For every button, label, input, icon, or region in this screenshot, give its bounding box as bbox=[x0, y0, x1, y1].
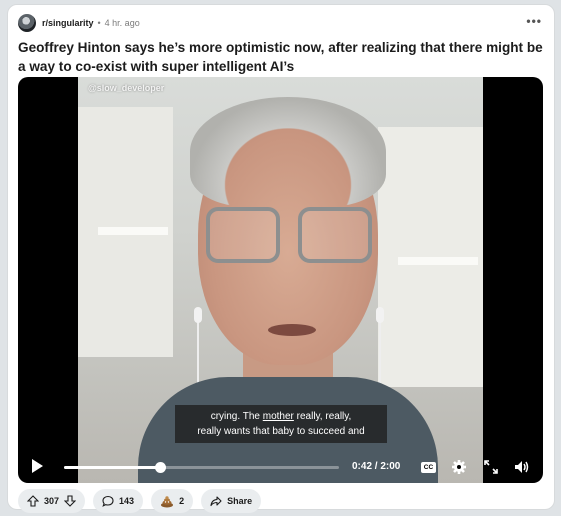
award-icon bbox=[161, 495, 174, 507]
downvote-icon[interactable] bbox=[64, 495, 77, 507]
comments-button[interactable]: 143 bbox=[93, 489, 144, 513]
caption-line-2: really wants that baby to succeed and bbox=[197, 426, 365, 437]
volume-icon[interactable] bbox=[514, 460, 530, 474]
share-icon bbox=[210, 496, 222, 507]
post-time: 4 hr. ago bbox=[104, 18, 140, 28]
post-actions: 307 143 2 Share bbox=[18, 489, 262, 513]
award-count: 2 bbox=[179, 496, 185, 506]
comment-count: 143 bbox=[119, 496, 135, 506]
share-button[interactable]: Share bbox=[201, 489, 262, 513]
comment-icon bbox=[102, 495, 114, 507]
progress-fill bbox=[64, 466, 161, 469]
captions-icon[interactable]: CC bbox=[421, 462, 436, 473]
post-title[interactable]: Geoffrey Hinton says he’s more optimisti… bbox=[18, 38, 543, 76]
upvote-icon[interactable] bbox=[27, 495, 39, 507]
post-meta: r/singularity • 4 hr. ago bbox=[18, 13, 140, 33]
video-captions: crying. The mother really, really, reall… bbox=[175, 405, 387, 443]
settings-gear-icon[interactable] bbox=[451, 459, 467, 475]
progress-bar[interactable] bbox=[64, 462, 339, 473]
time-readout: 0:42 / 2:00 bbox=[352, 461, 401, 472]
progress-handle[interactable] bbox=[155, 462, 167, 473]
meta-separator: • bbox=[97, 18, 101, 28]
video-controls: 0:42 / 2:00 CC bbox=[18, 451, 543, 483]
play-icon[interactable] bbox=[32, 459, 43, 473]
more-options-icon[interactable]: ••• bbox=[526, 14, 542, 28]
post-card[interactable]: r/singularity • 4 hr. ago ••• Geoffrey H… bbox=[7, 4, 555, 513]
subreddit-avatar[interactable] bbox=[18, 14, 36, 32]
vote-count: 307 bbox=[44, 496, 60, 506]
vote-pill: 307 bbox=[18, 489, 86, 513]
subreddit-link[interactable]: r/singularity bbox=[42, 18, 94, 28]
share-label: Share bbox=[227, 496, 253, 506]
caption-line-1: crying. The mother really, really, bbox=[210, 411, 352, 422]
award-button[interactable]: 2 bbox=[151, 489, 194, 513]
fullscreen-icon[interactable] bbox=[484, 460, 498, 474]
video-watermark: @slow_developer bbox=[88, 83, 165, 93]
video-player[interactable]: @slow_developer crying. The mother reall… bbox=[18, 77, 543, 483]
